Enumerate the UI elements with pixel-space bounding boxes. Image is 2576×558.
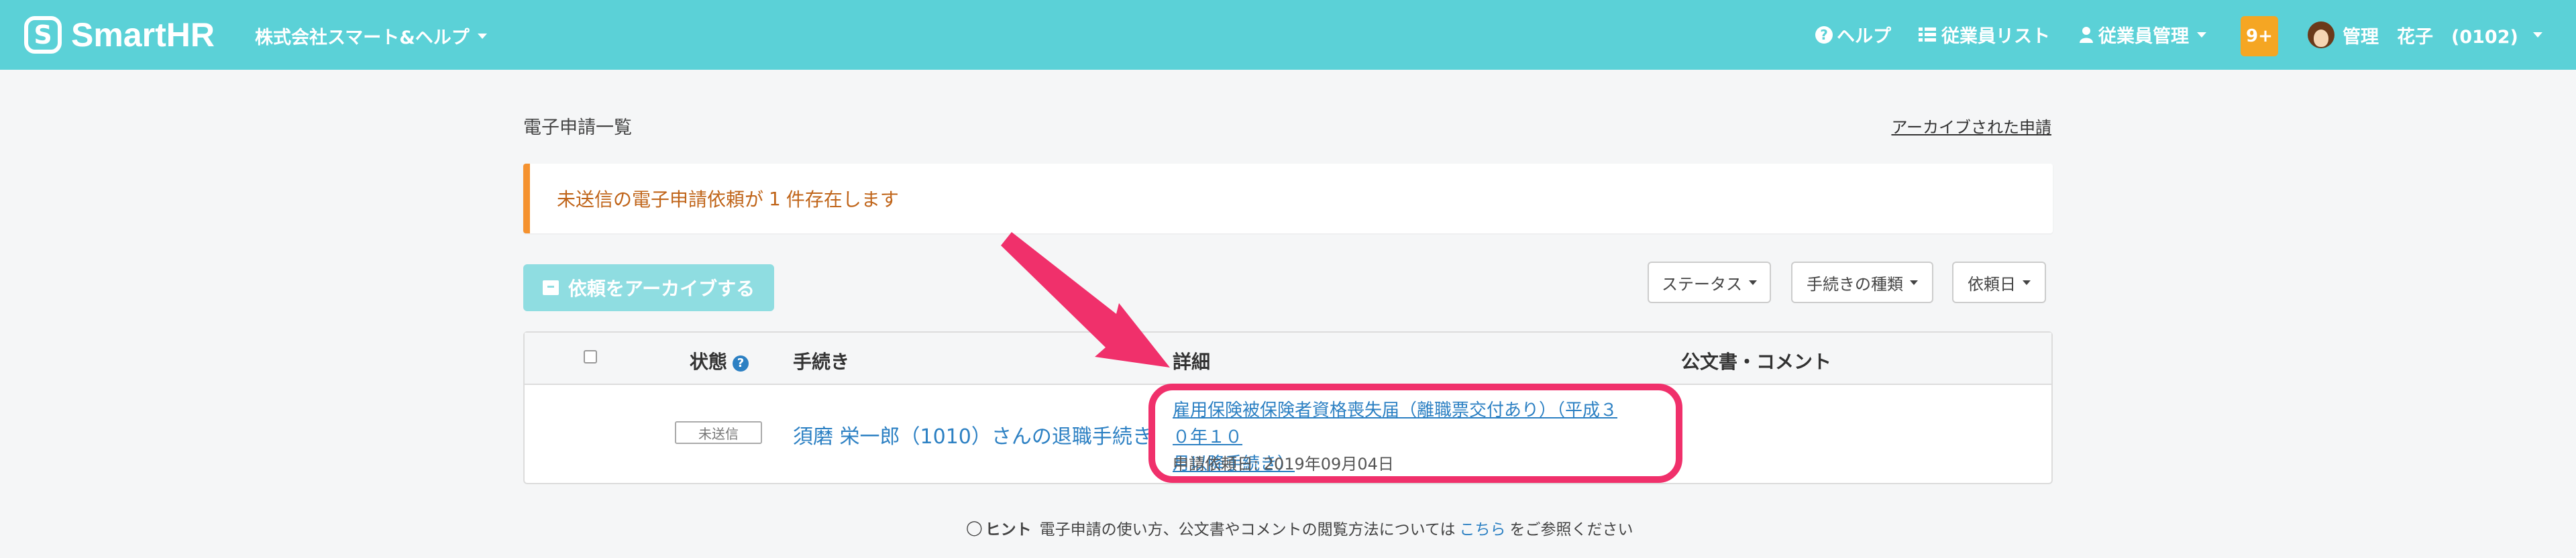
header-status-label: 状態 <box>690 351 728 373</box>
nav-employee-list-label: 従業員リスト <box>1941 26 2050 47</box>
nav-help[interactable]: ? ヘルプ <box>1815 21 1891 48</box>
nav-employee-manage-label: 従業員管理 <box>2098 26 2189 47</box>
question-circle-icon: ? <box>1815 25 1833 44</box>
notification-badge[interactable]: 9+ <box>2241 16 2278 56</box>
chevron-down-icon <box>1749 280 1757 285</box>
alert-prefix: 未送信の電子申請依頼が <box>557 188 764 211</box>
archive-requests-button[interactable]: 依頼をアーカイブする <box>523 264 774 311</box>
hint-bar: ◯ ヒント 電子申請の使い方、公文書やコメントの閲覧方法については こちら をご… <box>966 516 1633 539</box>
header-documents: 公文書・コメント <box>1681 351 1832 373</box>
nav-employee-list[interactable]: 従業員リスト <box>1919 21 2050 48</box>
status-badge: 未送信 <box>675 421 762 444</box>
hint-text-after: をご参照ください <box>1509 521 1633 539</box>
list-icon <box>1919 27 1936 42</box>
archive-box-icon <box>542 280 559 295</box>
request-date-filter-dropdown[interactable]: 依頼日 <box>1952 262 2046 303</box>
avatar <box>2308 21 2334 48</box>
chevron-down-icon <box>2023 280 2031 285</box>
hint-label: ヒント <box>985 521 1032 539</box>
hint-link[interactable]: こちら <box>1459 516 1505 539</box>
highlight-box <box>1148 384 1682 483</box>
page-title: 電子申請一覧 <box>523 117 632 138</box>
status-filter-label: ステータス <box>1662 274 1742 294</box>
header-procedure: 手続き <box>793 351 850 373</box>
user-menu[interactable]: 管理 花子 (0102) <box>2308 21 2542 48</box>
person-icon <box>2080 26 2093 43</box>
unsent-alert: 未送信の電子申請依頼が 1 件存在します <box>523 164 2053 233</box>
table-header: 状態? 手続き 詳細 公文書・コメント <box>525 333 2051 385</box>
nav-employee-manage[interactable]: 従業員管理 <box>2080 21 2206 48</box>
archived-requests-link[interactable]: アーカイブされた申請 <box>1891 114 2051 137</box>
hint-text-before: 電子申請の使い方、公文書やコメントの閲覧方法については <box>1039 521 1456 539</box>
top-header: S SmartHR 株式会社スマート&ヘルプ ? ヘルプ 従業員リスト 従業員管… <box>0 0 2576 70</box>
procedure-type-filter-dropdown[interactable]: 手続きの種類 <box>1791 262 1933 303</box>
select-all-checkbox[interactable] <box>584 350 597 364</box>
lightbulb-icon: ◯ <box>966 519 983 537</box>
archive-button-label: 依頼をアーカイブする <box>568 278 755 300</box>
user-name: 管理 花子 (0102) <box>2343 26 2518 48</box>
header-status: 状態? <box>690 347 749 374</box>
company-switcher[interactable]: 株式会社スマート&ヘルプ <box>255 23 487 49</box>
question-circle-icon[interactable]: ? <box>733 355 749 372</box>
procedure-type-filter-label: 手続きの種類 <box>1807 274 1903 294</box>
alert-suffix: 件存在します <box>786 188 899 211</box>
chevron-down-icon <box>477 33 487 39</box>
procedure-link[interactable]: 須磨 栄一郎（1010）さんの退職手続き <box>793 420 1152 449</box>
status-filter-dropdown[interactable]: ステータス <box>1648 262 1771 303</box>
chevron-down-icon <box>2532 32 2542 38</box>
chevron-down-icon <box>1910 280 1918 285</box>
company-name: 株式会社スマート&ヘルプ <box>255 27 470 48</box>
logo-text: SmartHR <box>71 16 215 54</box>
nav-help-label: ヘルプ <box>1837 26 1891 47</box>
header-detail: 詳細 <box>1173 351 1211 373</box>
logo-mark-icon: S <box>24 16 62 54</box>
alert-count: 1 <box>769 187 781 210</box>
smarthr-logo[interactable]: S SmartHR <box>24 16 215 54</box>
chevron-down-icon <box>2197 32 2206 38</box>
request-date-filter-label: 依頼日 <box>1968 274 2016 294</box>
